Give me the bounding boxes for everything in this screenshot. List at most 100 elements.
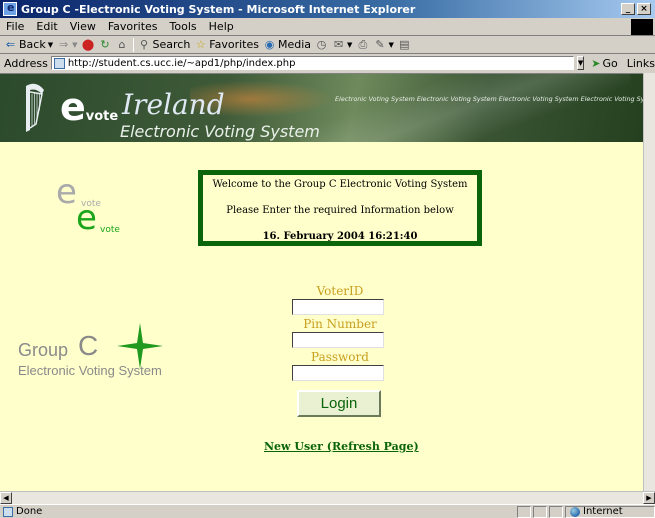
- edit-icon: ✎: [375, 37, 385, 51]
- star-icon: [117, 323, 163, 369]
- evote-logo-e: e: [76, 198, 97, 238]
- password-label: Password: [311, 350, 369, 364]
- welcome-message: Welcome to the Group C Electronic Voting…: [212, 179, 468, 190]
- pin-number-field[interactable]: [292, 332, 384, 348]
- instruction-message: Please Enter the required Information be…: [226, 205, 454, 216]
- zone-label: Internet: [583, 506, 623, 517]
- discuss-button[interactable]: ▤: [398, 37, 411, 51]
- menu-bar: File Edit View Favorites Tools Help: [0, 18, 655, 36]
- print-icon: ⎙: [358, 37, 368, 51]
- menu-help[interactable]: Help: [203, 20, 240, 33]
- links-button[interactable]: Links: [627, 57, 655, 70]
- banner-evote-logo: evote: [60, 88, 119, 126]
- security-zone: Internet: [565, 505, 655, 518]
- scroll-right-icon[interactable]: ▶: [643, 492, 655, 504]
- back-arrow-icon: ⇐: [5, 37, 16, 51]
- banner-subtitle: Electronic Voting System: [120, 122, 320, 141]
- banner-heading: Ireland: [122, 88, 225, 121]
- search-icon: ⚲: [139, 37, 149, 51]
- stop-icon: ⬤: [81, 37, 95, 51]
- pin-number-label: Pin Number: [303, 317, 377, 331]
- mail-button[interactable]: ✉ ▼: [332, 37, 353, 51]
- edit-dropdown-icon: ▼: [388, 40, 394, 49]
- current-datetime: 16. February 2004 16:21:40: [262, 231, 418, 242]
- minimize-button[interactable]: _: [621, 3, 635, 15]
- status-bar: Done Internet: [0, 504, 655, 518]
- status-panel: [533, 505, 547, 518]
- status-panel: [517, 505, 531, 518]
- print-button[interactable]: ⎙: [356, 37, 369, 51]
- go-arrow-icon: ➤: [591, 56, 601, 70]
- back-dropdown-icon: ▼: [47, 40, 54, 49]
- group-c-logo-c: C: [78, 330, 99, 361]
- site-banner: evote Ireland Electronic Voting System E…: [0, 74, 643, 142]
- new-user-link[interactable]: New User (Refresh Page): [264, 440, 419, 453]
- media-icon: ◉: [264, 37, 275, 51]
- address-input[interactable]: http://student.cs.ucc.ie/~apd1/php/index…: [50, 56, 574, 70]
- page-viewport: evote Ireland Electronic Voting System E…: [0, 73, 643, 491]
- favorites-label: Favorites: [209, 38, 259, 51]
- address-url: http://student.cs.ucc.ie/~apd1/php/index…: [67, 57, 296, 69]
- banner-logo-vote: vote: [85, 109, 119, 124]
- mail-icon: ✉: [333, 37, 344, 51]
- address-label: Address: [4, 56, 48, 70]
- mail-dropdown-icon: ▼: [347, 40, 353, 49]
- back-button[interactable]: ⇐ Back ▼: [4, 38, 53, 51]
- vertical-scrollbar[interactable]: [643, 73, 655, 491]
- group-c-logo-group: Group: [18, 340, 69, 360]
- home-icon: ⌂: [118, 37, 126, 51]
- globe-icon: [570, 506, 580, 517]
- address-bar: Address http://student.cs.ucc.ie/~apd1/p…: [0, 54, 655, 72]
- back-label: Back: [19, 38, 46, 51]
- toolbar-separator: [132, 37, 134, 52]
- edit-button[interactable]: ✎ ▼: [373, 37, 394, 51]
- address-dropdown-button[interactable]: ▼: [576, 56, 585, 70]
- menu-view[interactable]: View: [64, 20, 102, 33]
- media-label: Media: [278, 38, 312, 51]
- horizontal-scrollbar[interactable]: ◀ ▶: [0, 491, 655, 504]
- discuss-icon: ▤: [399, 37, 410, 51]
- favorites-icon: ☆: [195, 37, 206, 51]
- history-button[interactable]: ◷: [315, 37, 328, 51]
- banner-scroll-text: Electronic Voting System Electronic Voti…: [335, 95, 643, 103]
- toolbar: ⇐ Back ▼ ⇒ ▼ ⬤ ↻ ⌂ ⚲ Search ☆ Favorites …: [0, 36, 655, 54]
- evote-logo-e-shadow: e: [56, 172, 77, 212]
- home-button[interactable]: ⌂: [116, 37, 129, 51]
- status-panel: [549, 505, 563, 518]
- harp-icon: [26, 83, 44, 132]
- voter-id-field[interactable]: [292, 299, 384, 315]
- scroll-left-icon[interactable]: ◀: [0, 492, 12, 504]
- page-icon: [53, 57, 65, 69]
- evote-logo-vote: vote: [100, 225, 120, 235]
- go-button[interactable]: ➤ Go: [591, 57, 617, 70]
- stop-button[interactable]: ⬤: [81, 37, 95, 51]
- menu-favorites[interactable]: Favorites: [102, 20, 164, 33]
- close-button[interactable]: ×: [637, 3, 651, 15]
- status-message: Done: [0, 506, 515, 517]
- login-button[interactable]: Login: [297, 390, 381, 417]
- go-label: Go: [602, 56, 618, 70]
- search-button[interactable]: ⚲ Search: [138, 37, 191, 51]
- window-title: Group C -Electronic Voting System - Micr…: [21, 2, 416, 16]
- favorites-button[interactable]: ☆ Favorites: [194, 38, 259, 51]
- media-button[interactable]: ◉ Media: [263, 38, 311, 51]
- voter-id-label: VoterID: [316, 284, 364, 298]
- light-streak: [300, 74, 630, 142]
- history-icon: ◷: [316, 37, 327, 51]
- search-label: Search: [152, 38, 191, 51]
- menu-tools[interactable]: Tools: [164, 20, 203, 33]
- status-page-icon: [3, 506, 13, 517]
- banner-logo-e: e: [60, 85, 86, 129]
- password-field[interactable]: [292, 365, 384, 381]
- forward-button[interactable]: ⇒ ▼: [57, 38, 78, 51]
- welcome-box: Welcome to the Group C Electronic Voting…: [198, 170, 482, 246]
- ie-icon: [3, 1, 17, 16]
- evote-logo: e vote e vote: [52, 172, 132, 238]
- title-bar: Group C -Electronic Voting System - Micr…: [0, 0, 655, 18]
- forward-dropdown-icon: ▼: [72, 40, 78, 49]
- menu-edit[interactable]: Edit: [30, 20, 63, 33]
- windows-logo-icon: [631, 18, 653, 35]
- status-text: Done: [16, 506, 43, 517]
- menu-file[interactable]: File: [0, 20, 30, 33]
- refresh-button[interactable]: ↻: [99, 38, 112, 51]
